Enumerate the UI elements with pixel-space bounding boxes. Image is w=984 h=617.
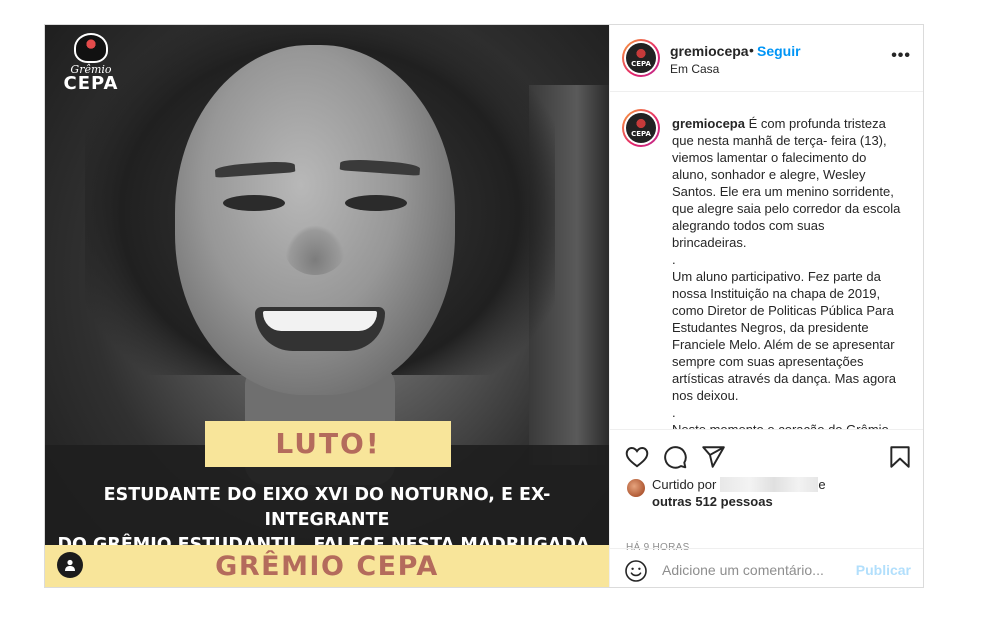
action-bar: Curtido por e outras 512 pessoas HÁ 9 HOR… (610, 429, 923, 587)
location-link[interactable]: Em Casa (670, 62, 719, 76)
right-eye (345, 195, 407, 211)
liker-avatar[interactable] (626, 478, 646, 498)
bookmark-icon[interactable] (887, 444, 913, 470)
publish-button[interactable]: Publicar (856, 562, 911, 578)
left-brow (214, 160, 296, 178)
footer-title: GRÊMIO CEPA (215, 551, 439, 582)
comment-input[interactable] (662, 559, 852, 581)
liked-by-suffix: e (818, 477, 826, 492)
post-side-panel: CEPA gremiocepa • Seguir Em Casa ••• CEP… (609, 25, 923, 587)
luto-label: LUTO! (205, 421, 451, 467)
gremio-cepa-logo: Grêmio CEPA (55, 33, 127, 99)
comment-bar: Publicar (610, 548, 923, 587)
follow-button[interactable]: Seguir (757, 43, 801, 59)
nose (285, 225, 345, 275)
smile (255, 307, 385, 351)
left-eye (223, 195, 285, 211)
post-image[interactable]: Grêmio CEPA LUTO! ESTUDANTE DO EIXO XVI … (45, 25, 609, 587)
emoji-icon[interactable] (624, 559, 648, 583)
caption-paragraph-2: Um aluno participativo. Fez parte da nos… (672, 269, 897, 403)
banner-line-1: ESTUDANTE DO EIXO XVI DO NOTURNO, E EX-I… (103, 485, 551, 530)
teeth (263, 311, 377, 331)
logo-emblem-icon (74, 33, 108, 63)
caption-separator-2: . (672, 405, 676, 420)
comment-icon[interactable] (662, 444, 688, 470)
right-brow (339, 158, 421, 176)
photo-face (175, 45, 455, 395)
user-tag-icon[interactable] (57, 552, 83, 578)
caption-separator-1: . (672, 252, 676, 267)
header-username[interactable]: gremiocepa (670, 43, 749, 59)
caption-text: gremiocepa É com profunda tristeza que n… (672, 115, 902, 429)
post-header: CEPA gremiocepa • Seguir Em Casa ••• (610, 25, 923, 92)
liked-by-prefix: Curtido por (652, 477, 717, 492)
separator-dot: • (749, 42, 754, 58)
others-likes-link[interactable]: outras 512 pessoas (652, 493, 773, 510)
caption-paragraph-1: É com profunda tristeza que nesta manhã … (672, 116, 901, 250)
blurred-liker-name[interactable] (720, 477, 819, 492)
logo-text: CEPA (63, 73, 119, 94)
likes-line-1: Curtido por e (652, 476, 826, 493)
heart-icon[interactable] (624, 444, 650, 470)
caption-area: CEPA gremiocepa É com profunda tristeza … (610, 93, 923, 429)
more-options-icon[interactable]: ••• (891, 47, 911, 65)
instagram-post: Grêmio CEPA LUTO! ESTUDANTE DO EIXO XVI … (44, 24, 924, 588)
caption-avatar[interactable]: CEPA (622, 109, 660, 147)
avatar[interactable]: CEPA (622, 39, 660, 77)
caption-paragraph-3: Neste momento o coração do Grêmio (672, 421, 902, 429)
caption-username[interactable]: gremiocepa (672, 116, 745, 131)
send-icon[interactable] (700, 444, 726, 470)
